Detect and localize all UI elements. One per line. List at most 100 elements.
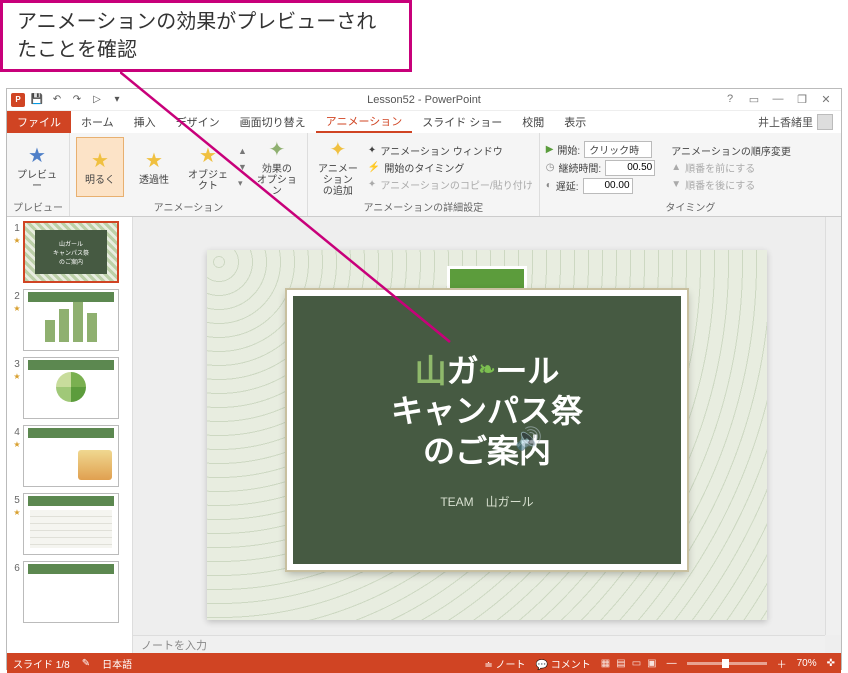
start-label: 開始: bbox=[557, 142, 580, 157]
leaf-icon: ❧ bbox=[479, 359, 496, 381]
view-buttons: ▦ ▤ ▭ ▣ bbox=[601, 658, 657, 669]
redo-icon[interactable]: ↷ bbox=[69, 92, 85, 108]
slide-thumbnail-3[interactable]: 3★ bbox=[11, 357, 128, 419]
start-dropdown[interactable]: クリック時 bbox=[584, 141, 652, 158]
move-earlier-button[interactable]: ▲順番を前にする bbox=[671, 160, 791, 175]
reorder-label: アニメーションの順序変更 bbox=[671, 143, 791, 158]
tab-design[interactable]: デザイン bbox=[166, 111, 230, 133]
avatar-icon bbox=[817, 114, 833, 130]
notes-placeholder: ノートを入力 bbox=[141, 637, 207, 653]
group-timing-label: タイミング bbox=[546, 197, 835, 214]
zoom-slider[interactable] bbox=[687, 662, 767, 665]
gallery-up-icon[interactable]: ▲ bbox=[238, 146, 247, 156]
star-icon: ★ bbox=[145, 148, 163, 173]
tab-animations[interactable]: アニメーション bbox=[316, 111, 413, 133]
restore-icon[interactable]: ❐ bbox=[795, 93, 809, 106]
duration-label: 継続時間: bbox=[558, 160, 601, 175]
callout-text: アニメーションの効果がプレビューされたことを確認 bbox=[17, 8, 395, 64]
add-animation-icon: ✦ bbox=[330, 137, 347, 162]
down-triangle-icon: ▼ bbox=[671, 179, 681, 190]
group-advanced-label: アニメーションの詳細設定 bbox=[314, 197, 533, 214]
delay-icon: ◐ bbox=[546, 180, 552, 191]
preview-star-icon: ★ bbox=[28, 143, 46, 168]
trigger-button[interactable]: ⚡開始のタイミング bbox=[368, 160, 533, 175]
slide-thumbnail-2[interactable]: 2★ bbox=[11, 289, 128, 351]
notes-pane[interactable]: ノートを入力 bbox=[133, 635, 825, 653]
tab-slideshow[interactable]: スライド ショー bbox=[412, 111, 512, 133]
tab-review[interactable]: 校閲 bbox=[512, 111, 554, 133]
start-play-icon: ▶ bbox=[546, 144, 554, 155]
effect-options-button[interactable]: ✦ 効果の オプション bbox=[253, 137, 301, 197]
thumbnail-panel[interactable]: 1★ 山ガールキャンパス祭のご案内 2★ 3★ 4★ 5★ 6 bbox=[7, 217, 133, 653]
fit-to-window-icon[interactable]: ✜ bbox=[827, 658, 835, 669]
start-slideshow-icon[interactable]: ▷ bbox=[89, 92, 105, 108]
app-logo-icon: P bbox=[11, 93, 25, 107]
anim-transparency-button[interactable]: ★ 透過性 bbox=[130, 137, 178, 197]
slide-thumbnail-1[interactable]: 1★ 山ガールキャンパス祭のご案内 bbox=[11, 221, 128, 283]
app-window: P 💾 ↶ ↷ ▷ ▾ Lesson52 - PowerPoint ? ▭ — … bbox=[6, 88, 842, 670]
slide-title-frame[interactable]: 山ガ❧ール キャンパス祭 のご案内 🔊 TEAM 山ガール bbox=[287, 290, 687, 570]
anim-object-button[interactable]: ★ オブジェクト bbox=[184, 137, 232, 197]
reading-view-icon[interactable]: ▭ bbox=[632, 658, 641, 669]
tab-file[interactable]: ファイル bbox=[7, 111, 71, 133]
normal-view-icon[interactable]: ▦ bbox=[601, 658, 610, 669]
tab-home[interactable]: ホーム bbox=[71, 111, 124, 133]
add-animation-button[interactable]: ✦ アニメーション の追加 bbox=[314, 137, 362, 197]
duration-input[interactable] bbox=[605, 160, 655, 176]
tab-transitions[interactable]: 画面切り替え bbox=[230, 111, 316, 133]
window-title: Lesson52 - PowerPoint bbox=[367, 94, 481, 106]
vertical-scrollbar[interactable] bbox=[825, 217, 841, 635]
slideshow-view-icon[interactable]: ▣ bbox=[647, 658, 656, 669]
help-icon[interactable]: ? bbox=[723, 93, 737, 106]
quick-access-toolbar: P 💾 ↶ ↷ ▷ ▾ bbox=[7, 92, 125, 108]
undo-icon[interactable]: ↶ bbox=[49, 92, 65, 108]
animation-painter-button[interactable]: ✦アニメーションのコピー/貼り付け bbox=[368, 177, 533, 192]
tab-insert[interactable]: 挿入 bbox=[124, 111, 166, 133]
anim-brighten-button[interactable]: ★ 明るく bbox=[76, 137, 124, 197]
save-icon[interactable]: 💾 bbox=[29, 92, 45, 108]
minimize-icon[interactable]: — bbox=[771, 93, 785, 106]
slide-thumbnail-5[interactable]: 5★ bbox=[11, 493, 128, 555]
callout-box: アニメーションの効果がプレビューされたことを確認 bbox=[0, 0, 412, 72]
qat-customize-icon[interactable]: ▾ bbox=[109, 92, 125, 108]
audio-speaker-icon[interactable]: 🔊 bbox=[515, 426, 542, 452]
move-later-button[interactable]: ▼順番を後にする bbox=[671, 177, 791, 192]
gallery-more-icon[interactable]: ▾ bbox=[238, 178, 247, 189]
anim-indicator-icon: ★ bbox=[13, 372, 20, 381]
sorter-view-icon[interactable]: ▤ bbox=[616, 658, 625, 669]
slide-thumbnail-4[interactable]: 4★ bbox=[11, 425, 128, 487]
delay-label: 遅延: bbox=[556, 178, 579, 193]
comments-button[interactable]: 💬 コメント bbox=[536, 656, 591, 671]
slide-editor[interactable]: 山ガ❧ール キャンパス祭 のご案内 🔊 TEAM 山ガール ノートを入力 bbox=[133, 217, 841, 653]
pane-icon: ✦ bbox=[368, 145, 376, 156]
anim-indicator-icon: ★ bbox=[13, 508, 20, 517]
zoom-out-icon[interactable]: — bbox=[667, 658, 677, 669]
group-advanced: ✦ アニメーション の追加 ✦アニメーション ウィンドウ ⚡開始のタイミング ✦… bbox=[308, 133, 540, 216]
preview-button[interactable]: ★ プレビュー bbox=[13, 137, 61, 197]
duration-icon: ◷ bbox=[546, 162, 555, 173]
close-icon[interactable]: ✕ bbox=[819, 93, 833, 106]
ribbon-display-icon[interactable]: ▭ bbox=[747, 93, 761, 106]
delay-input[interactable] bbox=[583, 178, 633, 194]
star-icon: ★ bbox=[199, 143, 217, 168]
user-area[interactable]: 井上香緒里 bbox=[758, 111, 841, 133]
notes-button[interactable]: ≐ ノート bbox=[484, 656, 525, 671]
anim-indicator-icon: ★ bbox=[13, 304, 20, 313]
window-controls: ? ▭ — ❐ ✕ bbox=[723, 93, 841, 106]
effect-options-icon: ✦ bbox=[269, 137, 286, 162]
zoom-level[interactable]: 70% bbox=[797, 658, 817, 669]
group-animation-label: アニメーション bbox=[76, 197, 301, 214]
group-preview-label: プレビュー bbox=[13, 197, 63, 214]
animation-pane-button[interactable]: ✦アニメーション ウィンドウ bbox=[368, 143, 533, 158]
star-icon: ★ bbox=[91, 148, 109, 173]
slide-counter[interactable]: スライド 1/8 bbox=[13, 656, 70, 671]
workspace: 1★ 山ガールキャンパス祭のご案内 2★ 3★ 4★ 5★ 6 bbox=[7, 217, 841, 653]
statusbar: スライド 1/8 ✎ 日本語 ≐ ノート 💬 コメント ▦ ▤ ▭ ▣ — ＋ … bbox=[7, 653, 841, 673]
zoom-in-icon[interactable]: ＋ bbox=[777, 656, 787, 671]
tab-view[interactable]: 表示 bbox=[554, 111, 596, 133]
spellcheck-icon[interactable]: ✎ bbox=[82, 658, 90, 669]
gallery-down-icon[interactable]: ▼ bbox=[238, 162, 247, 172]
slide-thumbnail-6[interactable]: 6 bbox=[11, 561, 128, 623]
language-indicator[interactable]: 日本語 bbox=[102, 656, 132, 671]
slide-canvas[interactable]: 山ガ❧ール キャンパス祭 のご案内 🔊 TEAM 山ガール bbox=[207, 250, 767, 620]
